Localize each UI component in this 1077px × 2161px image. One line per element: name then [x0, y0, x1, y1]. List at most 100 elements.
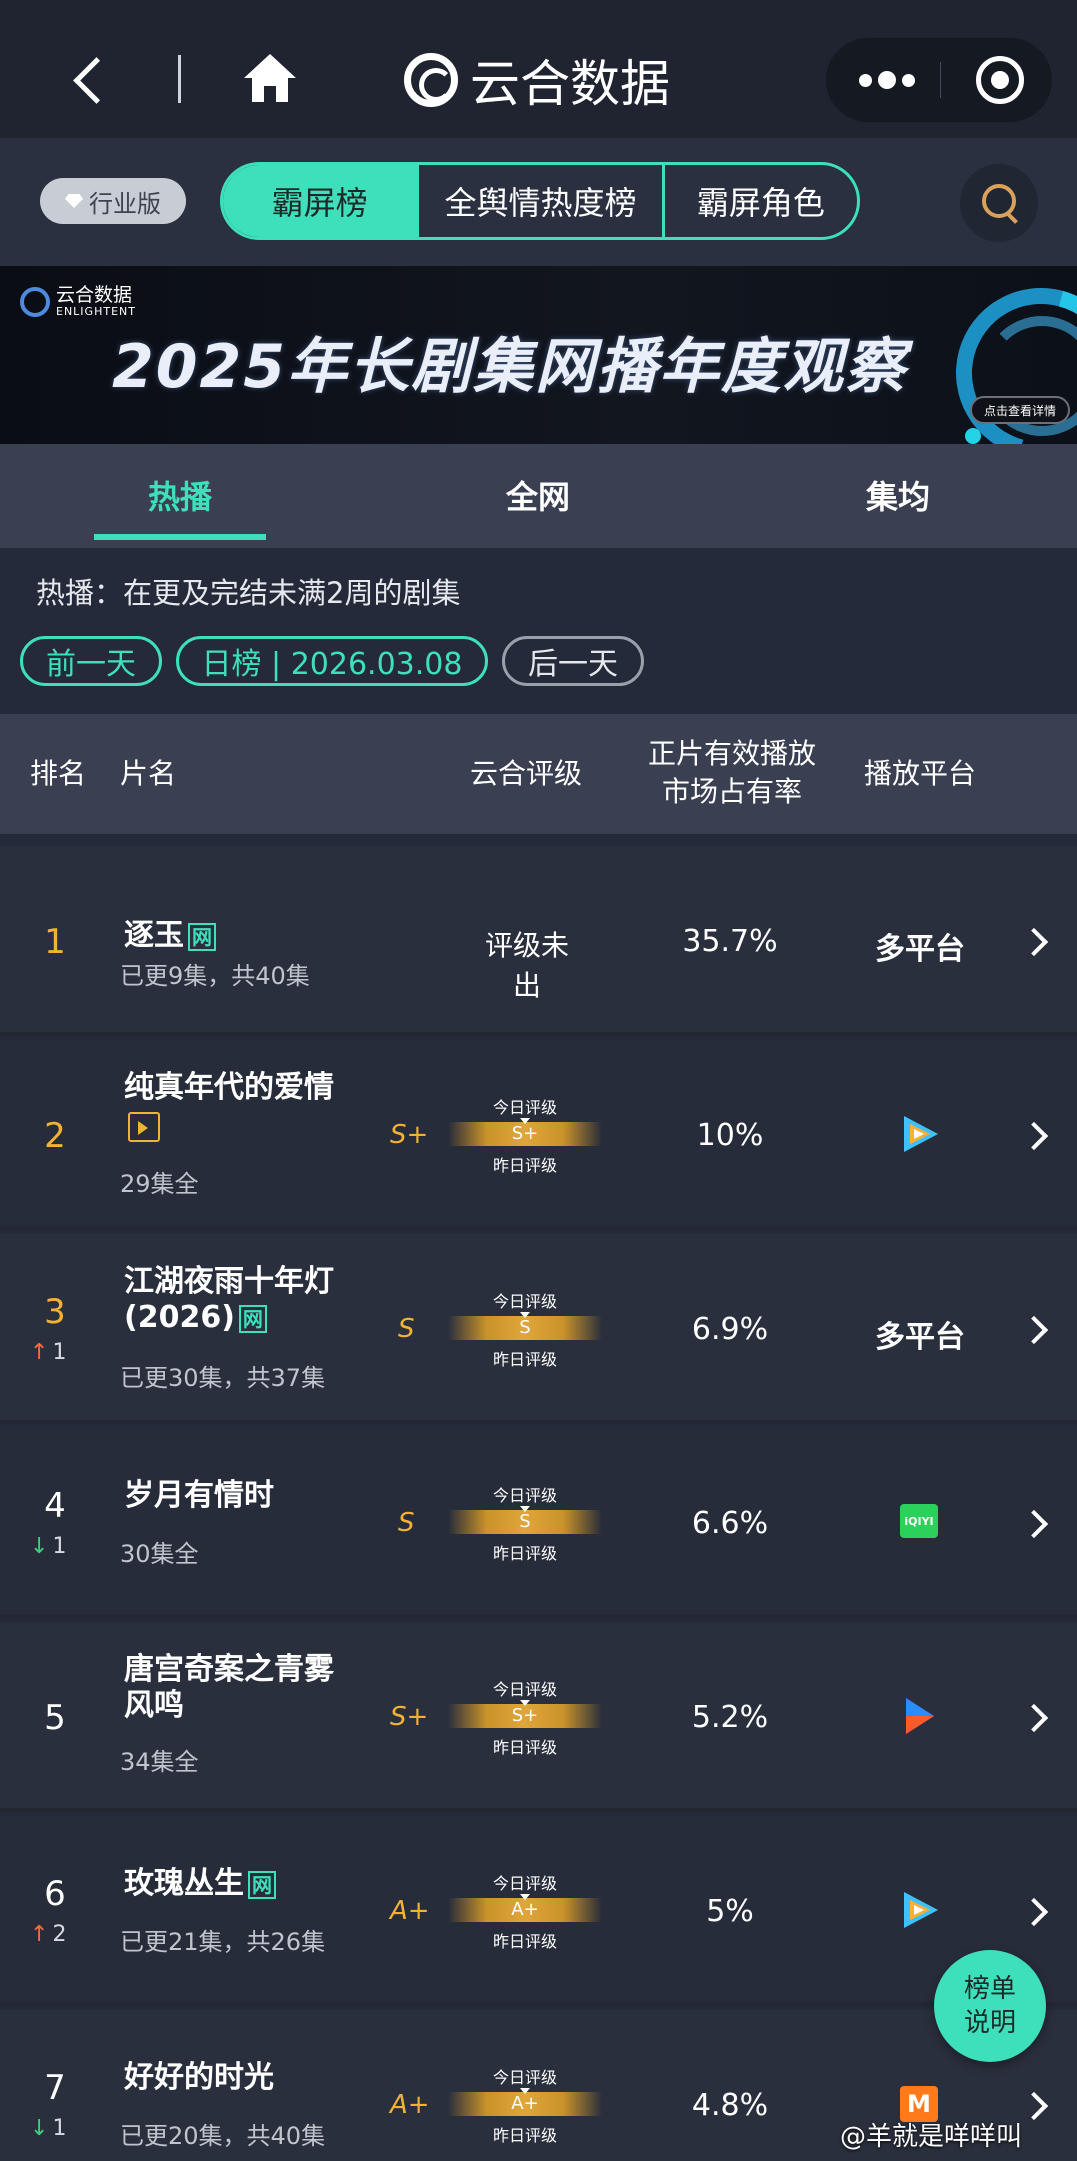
- arrow-down-icon: ↓: [30, 2116, 49, 2141]
- market-share: 35.7%: [682, 924, 778, 959]
- home-icon[interactable]: [242, 52, 298, 104]
- promo-banner[interactable]: 云合数据 ENLIGHTENT 2025年长剧集网播年度观察 点击查看详情: [0, 266, 1077, 444]
- show-title-line2: (2026) 网: [124, 1300, 267, 1336]
- tab-hot[interactable]: 热播: [148, 472, 212, 518]
- grade-today-label: 今日评级: [492, 1098, 557, 1117]
- table-row[interactable]: 3 ↑ 1 江湖夜雨十年灯 (2026) 网 已更30集，共37集 S 今日评级 S…: [0, 1234, 1077, 1424]
- grade-bar-value: A+: [511, 2093, 539, 2114]
- market-share: 5.2%: [691, 1700, 769, 1735]
- diamond-icon: [65, 194, 83, 208]
- segment-quanyuqing[interactable]: 全舆情热度榜: [416, 165, 662, 237]
- capsule-divider: [940, 62, 941, 98]
- network-tag: 网: [248, 1870, 276, 1899]
- rank-trend: ↑ 2: [30, 1922, 66, 1947]
- chevron-right-icon[interactable]: [1019, 1121, 1049, 1151]
- market-share: 4.8%: [691, 2088, 769, 2123]
- grade-yesterday-label: 昨日评级: [492, 1738, 557, 1757]
- header-rank: 排名: [30, 757, 87, 790]
- rank-number: 2: [44, 1116, 66, 1156]
- grade-today-label: 今日评级: [492, 2068, 557, 2087]
- rank-number: 4: [44, 1486, 66, 1526]
- chevron-right-icon[interactable]: [1019, 927, 1049, 957]
- tencent-video-icon: [904, 1892, 938, 1928]
- chevron-right-icon[interactable]: [1019, 1897, 1049, 1927]
- banner-detail-button[interactable]: 点击查看详情: [970, 396, 1070, 424]
- grade-pending: 评级未出: [484, 929, 569, 1002]
- table-row[interactable]: 4 ↓ 1 岁月有情时 30集全 S 今日评级 S 昨日评级 6.6% iQIYI: [0, 1428, 1077, 1618]
- segment-bapingbang[interactable]: 霸屏榜: [223, 165, 417, 237]
- table-row[interactable]: 1 逐玉网 已更9集，共40集 评级未出 35.7% 多平台: [0, 846, 1077, 1036]
- episode-info: 已更21集，共26集: [120, 1928, 326, 1956]
- platform-label: 多平台: [875, 1320, 965, 1355]
- play-tag-icon: [128, 1112, 160, 1142]
- rank-number: 5: [44, 1698, 66, 1738]
- divider: [178, 55, 181, 103]
- tab-per-episode[interactable]: 集均: [866, 472, 930, 518]
- industry-edition-badge[interactable]: 行业版: [40, 178, 186, 224]
- grade-yesterday-label: 昨日评级: [492, 1156, 557, 1175]
- market-share: 5%: [706, 1894, 754, 1929]
- close-miniapp-icon[interactable]: [976, 56, 1024, 104]
- segment-bar: 行业版 霸屏榜 全舆情热度榜 霸屏角色: [0, 138, 1077, 266]
- ranking-explanation-button[interactable]: 榜单 说明: [934, 1950, 1046, 2062]
- header-share-line1: 正片有效播放: [648, 737, 817, 770]
- ranking-type-selector: 霸屏榜 全舆情热度榜 霸屏角色: [220, 162, 860, 240]
- banner-logo-sub: ENLIGHTENT: [56, 305, 136, 318]
- tab-all-network[interactable]: 全网: [506, 472, 570, 518]
- grade-indicator: 今日评级 S 昨日评级: [440, 1482, 610, 1563]
- ring-dot: [965, 428, 981, 444]
- show-title: 好好的时光: [124, 2060, 274, 2095]
- tab-underline: [94, 534, 266, 540]
- grade-bar-value: S+: [511, 1705, 539, 1726]
- more-icon[interactable]: [856, 68, 926, 92]
- header-platform: 播放平台: [864, 757, 977, 790]
- show-title: 逐玉网: [124, 918, 216, 954]
- grade-letter: A+: [390, 1896, 430, 1926]
- table-header: 排名 片名 云合评级 正片有效播放 市场占有率 播放平台: [0, 714, 1077, 834]
- next-day-button[interactable]: 后一天: [502, 636, 644, 686]
- chevron-right-icon[interactable]: [1019, 1703, 1049, 1733]
- table-row[interactable]: 5 唐宫奇案之青雾 风鸣 34集全 S+ 今日评级 S+ 昨日评级 5.2%: [0, 1622, 1077, 1812]
- table-row[interactable]: 6 ↑ 2 玫瑰丛生网 已更21集，共26集 A+ 今日评级 A+ 昨日评级 5%: [0, 1816, 1077, 2006]
- rank-trend: ↓ 1: [30, 2116, 66, 2141]
- grade-letter: S+: [390, 1120, 429, 1150]
- chevron-right-icon[interactable]: [1019, 1509, 1049, 1539]
- banner-logo: 云合数据 ENLIGHTENT: [20, 286, 136, 318]
- brand-logo-icon: [404, 53, 458, 107]
- table-row[interactable]: 2 纯真年代的爱情 29集全 S+ 今日评级 S+ 昨日评级 10%: [0, 1040, 1077, 1230]
- episode-info: 34集全: [120, 1748, 199, 1776]
- episode-info: 已更30集，共37集: [120, 1364, 326, 1392]
- rank-number: 3: [44, 1292, 66, 1332]
- market-share: 6.9%: [691, 1312, 769, 1347]
- rank-trend: ↓ 1: [30, 1534, 66, 1559]
- rank-number: 1: [44, 922, 66, 962]
- miniapp-capsule: [826, 38, 1052, 122]
- date-selector[interactable]: 日榜 | 2026.03.08: [176, 636, 488, 686]
- segment-bapingjuese[interactable]: 霸屏角色: [661, 165, 857, 237]
- top-bar: 云合数据: [0, 0, 1077, 138]
- show-title-text: 玫瑰丛生: [124, 1866, 244, 1901]
- grade-bar-value: A+: [511, 1899, 539, 1920]
- grade-today-label: 今日评级: [492, 1486, 557, 1505]
- grade-letter: S+: [390, 1702, 429, 1732]
- chevron-right-icon[interactable]: [1019, 2091, 1049, 2121]
- rank-number: 7: [44, 2068, 66, 2108]
- trend-value: 2: [52, 1922, 67, 1947]
- arrow-down-icon: ↓: [30, 1534, 49, 1559]
- grade-yesterday-label: 昨日评级: [492, 1350, 557, 1369]
- prev-day-button[interactable]: 前一天: [20, 636, 162, 686]
- banner-title: 2025年长剧集网播年度观察: [112, 332, 907, 402]
- rank-number: 6: [44, 1874, 66, 1914]
- chevron-right-icon[interactable]: [1019, 1315, 1049, 1345]
- float-button-line1: 榜单: [963, 1974, 1016, 2004]
- grade-yesterday-label: 昨日评级: [492, 1932, 557, 1951]
- grade-yesterday-label: 昨日评级: [492, 2126, 557, 2145]
- show-title-line2-text: (2026): [124, 1300, 235, 1335]
- grade-today-label: 今日评级: [492, 1874, 557, 1893]
- back-icon[interactable]: [70, 50, 110, 110]
- search-icon[interactable]: [960, 164, 1038, 242]
- market-share: 10%: [696, 1118, 764, 1153]
- grade-indicator: 今日评级 S+ 昨日评级: [440, 1676, 610, 1757]
- network-tag: 网: [238, 1304, 267, 1333]
- show-title: 岁月有情时: [124, 1478, 274, 1513]
